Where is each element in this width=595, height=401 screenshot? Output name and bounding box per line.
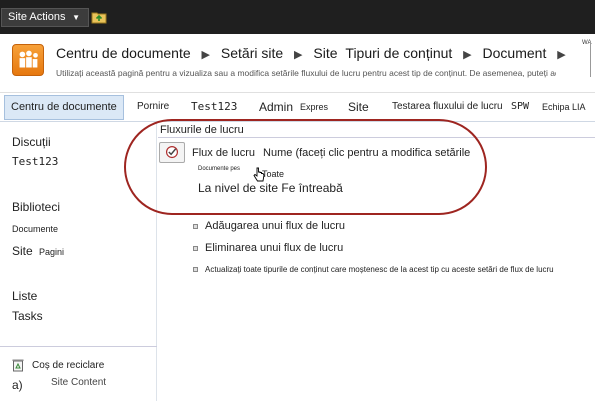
top-navigation: Centru de documente Pornire Test123 Admi… [0, 92, 595, 122]
site-actions-label: Site Actions [8, 11, 66, 23]
breadcrumb-separator-icon: ▶ [201, 49, 210, 61]
sidebar-item-site-content[interactable]: Site Content [51, 377, 106, 388]
nav-item-lia-team[interactable]: Echipa LIA [542, 93, 586, 121]
bullet-icon [193, 245, 198, 251]
divider [158, 137, 595, 138]
breadcrumb-item[interactable]: Centru de documente [56, 45, 191, 61]
workflow-icon[interactable] [159, 142, 185, 163]
nav-item-workflow-test[interactable]: Testarea fluxului de lucru [392, 93, 503, 121]
recycle-bin-icon[interactable] [12, 358, 24, 372]
workflow-scope-label: Documente pes [198, 166, 241, 172]
breadcrumb: Centru de documente ▶ Setări site ▶ Site… [56, 45, 573, 61]
title-area: Centru de documente ▶ Setări site ▶ Site… [0, 34, 595, 92]
add-workflow-link[interactable]: Adăugarea unui flux de lucru [193, 220, 345, 232]
site-actions-menu[interactable]: Site Actions ▼ [1, 8, 89, 27]
nav-item-expres[interactable]: Expres [300, 93, 328, 121]
section-title: Fluxurile de lucru [160, 124, 244, 136]
breadcrumb-separator-icon: ▶ [557, 49, 566, 61]
workflow-all-link[interactable]: Toate [262, 169, 284, 179]
breadcrumb-item[interactable]: Tipuri de conținut [345, 45, 452, 61]
sidebar-item-site[interactable]: Site [12, 244, 33, 258]
divider [590, 41, 591, 77]
page-description: Utilizați această pagină pentru a vizual… [56, 68, 556, 78]
workflow-label: Flux de lucru [192, 147, 255, 159]
breadcrumb-item[interactable]: Setări site [221, 45, 283, 61]
sidebar-item-recycle-bin[interactable]: Coș de reciclare [32, 360, 104, 371]
sidebar-item-test123[interactable]: Test123 [12, 155, 58, 168]
site-logo-icon [12, 44, 44, 76]
sidebar-heading-lists[interactable]: Liste [12, 289, 37, 303]
divider [0, 346, 157, 347]
sidebar-item-pages[interactable]: Pagini [39, 247, 64, 257]
nav-item-test123[interactable]: Test123 [191, 93, 237, 121]
quick-launch: Discuții Test123 Biblioteci Documente Si… [0, 122, 157, 401]
nav-item-document-center[interactable]: Centru de documente [4, 95, 124, 120]
workflow-column-header: Flux de lucru Nume (faceți clic pentru a… [192, 147, 470, 159]
chevron-down-icon: ▼ [72, 13, 80, 22]
nav-item-spw[interactable]: SPW [511, 93, 529, 121]
breadcrumb-current: Document [482, 45, 547, 61]
remove-workflow-label: Eliminarea unui flux de lucru [205, 242, 344, 254]
folder-up-icon[interactable] [91, 10, 107, 24]
update-content-types-label: Actualizați toate tipurile de conținut c… [205, 265, 554, 274]
bullet-icon [193, 223, 198, 229]
nav-item-home[interactable]: Pornire [137, 93, 169, 121]
sidebar-item-tasks[interactable]: Tasks [12, 309, 43, 323]
footer-letter: a) [12, 378, 23, 392]
sidebar-heading-libraries[interactable]: Biblioteci [12, 200, 60, 214]
add-workflow-label: Adăugarea unui flux de lucru [205, 220, 346, 232]
workflow-level-text: La nivel de site Fe întreabă [198, 181, 343, 195]
ribbon-bar: Site Actions ▼ [0, 0, 595, 34]
bullet-icon [193, 267, 198, 273]
breadcrumb-separator-icon: ▶ [463, 49, 472, 61]
breadcrumb-item[interactable]: Site [313, 45, 337, 61]
remove-workflow-link[interactable]: Eliminarea unui flux de lucru [193, 242, 343, 254]
breadcrumb-separator-icon: ▶ [294, 49, 303, 61]
nav-item-site[interactable]: Site [348, 93, 369, 121]
update-content-types-link[interactable]: Actualizați toate tipurile de conținut c… [193, 265, 554, 274]
sidebar-heading-discussions[interactable]: Discuții [12, 135, 51, 149]
sidebar-item-documents[interactable]: Documente [12, 224, 58, 234]
workflow-name-link[interactable]: Nume (faceți clic pentru a modifica setă… [263, 147, 470, 159]
nav-item-admin[interactable]: Admin [259, 93, 293, 121]
